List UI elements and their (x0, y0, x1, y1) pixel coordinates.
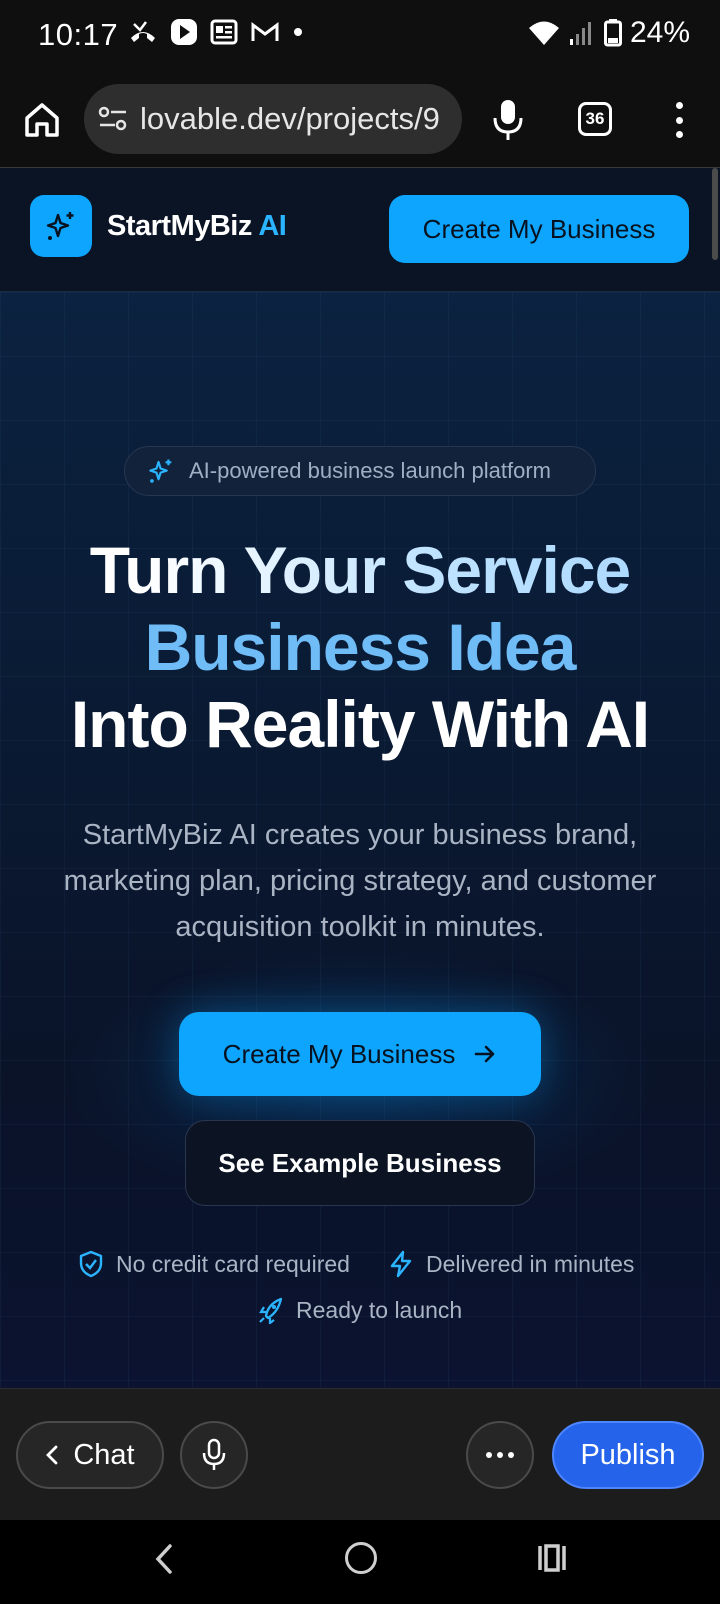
dot-icon (294, 28, 302, 36)
menu-dot-icon (675, 116, 683, 124)
brand-name[interactable]: StartMyBiz AI (107, 210, 287, 243)
headline-line-1: Turn Your Service (0, 532, 720, 609)
wifi-icon (528, 21, 559, 45)
missed-call-icon (131, 21, 155, 42)
web-page: StartMyBiz AI Create My Business AI-powe… (0, 168, 720, 1388)
headline-line-3: Into Reality With AI (70, 687, 650, 761)
feature-label: Ready to launch (296, 1296, 463, 1323)
address-bar[interactable]: lovable.dev/projects/9 (84, 84, 462, 154)
recent-apps-icon[interactable] (536, 1542, 568, 1574)
brand-name-accent: AI (258, 210, 287, 242)
back-icon[interactable] (150, 1542, 180, 1576)
play-icon (171, 19, 197, 45)
browser-toolbar: lovable.dev/projects/9 36 (0, 72, 720, 168)
status-system-icons: 24% (528, 16, 690, 50)
lightning-icon (390, 1250, 412, 1278)
battery-percent: 24% (629, 16, 690, 49)
voice-search-button[interactable] (488, 96, 528, 144)
create-business-button[interactable]: Create My Business (179, 1012, 541, 1096)
status-bar: 10:17 24% (0, 0, 720, 72)
hero-headline: Turn Your Service Business Idea Into Rea… (0, 532, 720, 763)
feature-item: No credit card required (78, 1250, 350, 1278)
home-nav-icon[interactable] (345, 1542, 377, 1574)
chat-label: Chat (73, 1438, 135, 1471)
sparkles-icon (46, 212, 74, 240)
more-dot-icon (497, 1452, 503, 1458)
header-create-business-button[interactable]: Create My Business (389, 195, 689, 263)
browser-home-button[interactable] (22, 100, 62, 140)
home-icon (25, 103, 59, 137)
site-header: StartMyBiz AI Create My Business (0, 168, 720, 292)
battery-icon (603, 19, 622, 47)
browser-menu-button[interactable] (664, 98, 694, 142)
platform-badge: AI-powered business launch platform (124, 446, 596, 496)
more-options-button[interactable] (466, 1421, 534, 1489)
feature-label: No credit card required (116, 1250, 350, 1277)
site-settings-icon[interactable] (98, 106, 128, 132)
arrow-right-icon (475, 1045, 495, 1063)
signal-icon (569, 22, 591, 45)
menu-dot-icon (675, 131, 683, 138)
feature-item: Delivered in minutes (388, 1250, 634, 1278)
microphone-icon (493, 100, 523, 140)
system-navigation-bar (0, 1520, 720, 1604)
page-scrollbar[interactable] (712, 168, 718, 260)
logo-badge[interactable] (30, 195, 92, 257)
more-dot-icon (486, 1452, 492, 1458)
sparkles-icon (149, 459, 172, 483)
create-business-label: Create My Business (222, 1038, 456, 1069)
editor-bottom-bar: Chat Publish (0, 1388, 720, 1520)
hero-description: StartMyBiz AI creates your business bran… (63, 819, 657, 943)
news-icon (210, 19, 238, 45)
url-text[interactable]: lovable.dev/projects/9 (140, 101, 452, 137)
publish-button[interactable]: Publish (552, 1421, 704, 1489)
headline-line-2: Business Idea (144, 610, 577, 684)
feature-label: Delivered in minutes (426, 1250, 635, 1277)
menu-dot-icon (675, 102, 683, 109)
microphone-icon (202, 1438, 226, 1470)
brand-name-main: StartMyBiz (107, 210, 252, 242)
voice-input-button[interactable] (180, 1421, 248, 1489)
platform-badge-text: AI-powered business launch platform (189, 458, 551, 483)
status-time: 10:17 (38, 17, 119, 52)
shield-check-icon (79, 1250, 103, 1278)
rocket-icon (259, 1297, 283, 1324)
chevron-left-icon (46, 1445, 58, 1465)
feature-item: Ready to launch (258, 1296, 462, 1324)
tab-switcher-button[interactable]: 36 (578, 102, 612, 136)
gmail-icon (251, 22, 279, 41)
see-example-button[interactable]: See Example Business (185, 1120, 535, 1206)
more-dot-icon (508, 1452, 514, 1458)
status-notification-icons (128, 18, 304, 46)
chat-button[interactable]: Chat (16, 1421, 164, 1489)
